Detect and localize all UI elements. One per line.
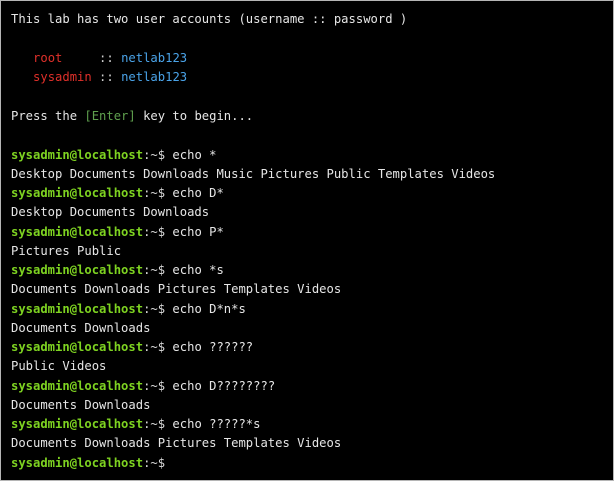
command-output: Documents Downloads	[11, 398, 151, 412]
banner-intro: This lab has two user accounts (username…	[11, 12, 408, 26]
prompt-path: :~$	[143, 417, 166, 431]
prompt-user-host: sysadmin@localhost	[11, 417, 144, 431]
command-text: echo ??????	[165, 340, 254, 354]
command-text: echo D*n*s	[165, 302, 246, 316]
active-prompt-line[interactable]: sysadmin@localhost:~$	[11, 454, 165, 473]
command-output: Documents Downloads	[11, 321, 151, 335]
account-sysadmin: sysadmin :: netlab123	[11, 68, 187, 87]
command-text: echo *	[165, 148, 217, 162]
enter-key-label: [Enter]	[84, 109, 136, 123]
account-separator: ::	[62, 51, 122, 65]
command-text: echo ?????*s	[165, 417, 261, 431]
prompt-path: :~$	[143, 456, 166, 470]
prompt-path: :~$	[143, 302, 166, 316]
command-text: echo D*	[165, 186, 224, 200]
account-password: netlab123	[121, 70, 188, 84]
prompt-line: sysadmin@localhost:~$ echo D????????	[11, 377, 275, 396]
command-output: Pictures Public	[11, 244, 122, 258]
prompt-path: :~$	[143, 225, 166, 239]
prompt-user-host: sysadmin@localhost	[11, 186, 144, 200]
account-name: root	[33, 51, 63, 65]
account-separator: ::	[91, 70, 122, 84]
prompt-path: :~$	[143, 263, 166, 277]
account-password: netlab123	[121, 51, 188, 65]
command-text: echo D????????	[165, 379, 276, 393]
prompt-user-host: sysadmin@localhost	[11, 263, 144, 277]
prompt-line: sysadmin@localhost:~$ echo *s	[11, 261, 224, 280]
command-output: Desktop Documents Downloads Music Pictur…	[11, 167, 496, 181]
press-suffix: key to begin...	[135, 109, 254, 123]
command-output: Desktop Documents Downloads	[11, 205, 210, 219]
account-name: sysadmin	[33, 70, 92, 84]
press-enter-message: Press the [Enter] key to begin...	[11, 107, 253, 126]
command-output: Documents Downloads Pictures Templates V…	[11, 436, 342, 450]
prompt-line: sysadmin@localhost:~$ echo *	[11, 146, 216, 165]
command-text: echo *s	[165, 263, 224, 277]
prompt-line: sysadmin@localhost:~$ echo P*	[11, 223, 224, 242]
prompt-user-host: sysadmin@localhost	[11, 456, 144, 470]
prompt-user-host: sysadmin@localhost	[11, 148, 144, 162]
command-output: Documents Downloads Pictures Templates V…	[11, 282, 342, 296]
prompt-user-host: sysadmin@localhost	[11, 302, 144, 316]
prompt-path: :~$	[143, 379, 166, 393]
prompt-line: sysadmin@localhost:~$ echo D*n*s	[11, 300, 246, 319]
account-root: root :: netlab123	[11, 49, 187, 68]
terminal-window[interactable]: This lab has two user accounts (username…	[0, 0, 614, 481]
prompt-line: sysadmin@localhost:~$ echo D*	[11, 184, 224, 203]
prompt-user-host: sysadmin@localhost	[11, 340, 144, 354]
prompt-line: sysadmin@localhost:~$ echo ??????	[11, 338, 253, 357]
command-text: echo P*	[165, 225, 224, 239]
prompt-path: :~$	[143, 340, 166, 354]
prompt-user-host: sysadmin@localhost	[11, 225, 144, 239]
prompt-path: :~$	[143, 148, 166, 162]
prompt-user-host: sysadmin@localhost	[11, 379, 144, 393]
press-prefix: Press the	[11, 109, 85, 123]
prompt-path: :~$	[143, 186, 166, 200]
prompt-line: sysadmin@localhost:~$ echo ?????*s	[11, 415, 260, 434]
command-output: Public Videos	[11, 359, 107, 373]
